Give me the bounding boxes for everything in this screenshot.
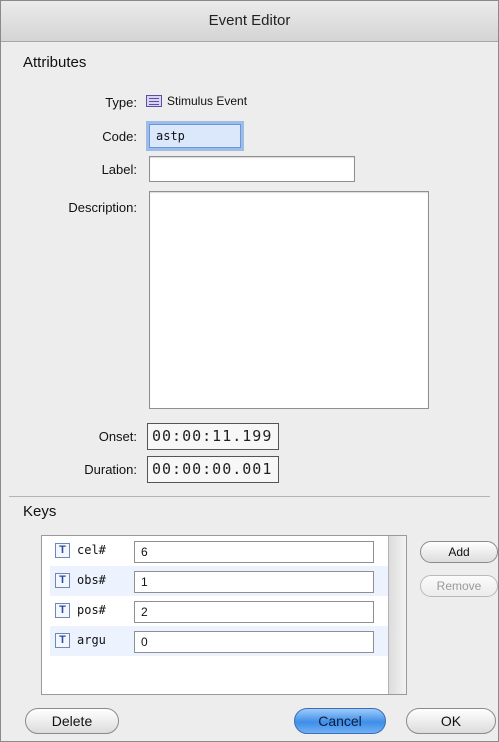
type-label: Type: <box>105 95 137 110</box>
text-type-icon[interactable]: T <box>55 573 70 588</box>
key-value-field[interactable]: 0 <box>134 631 374 653</box>
cancel-button[interactable]: Cancel <box>294 708 386 734</box>
delete-button[interactable]: Delete <box>25 708 119 734</box>
key-row: T cel# 6 <box>50 536 388 566</box>
remove-key-button[interactable]: Remove <box>420 575 498 597</box>
duration-label: Duration: <box>84 462 137 477</box>
key-name: cel# <box>77 543 106 557</box>
keys-list: T cel# 6 T obs# 1 T pos# 2 T argu 0 <box>50 536 388 656</box>
key-row: T argu 0 <box>50 626 388 656</box>
code-field[interactable]: astp <box>149 124 241 148</box>
label-label: Label: <box>101 162 137 177</box>
text-type-icon[interactable]: T <box>55 543 70 558</box>
description-field[interactable] <box>149 191 429 409</box>
key-name: argu <box>77 633 106 647</box>
label-field[interactable] <box>149 156 355 182</box>
add-key-button[interactable]: Add <box>420 541 498 563</box>
type-value: Stimulus Event <box>146 94 247 108</box>
key-value-field[interactable]: 6 <box>134 541 374 563</box>
text-type-icon[interactable]: T <box>55 633 70 648</box>
attributes-section-title: Attributes <box>23 54 87 71</box>
stimulus-event-icon <box>146 95 162 107</box>
keys-scrollbar[interactable] <box>388 536 406 694</box>
event-editor-window: Event Editor Attributes Type: Stimulus E… <box>0 0 499 742</box>
keys-table: T cel# 6 T obs# 1 T pos# 2 T argu 0 <box>41 535 407 695</box>
section-divider <box>9 496 490 497</box>
code-label: Code: <box>102 129 137 144</box>
duration-timecode[interactable]: 00:00:00.001 <box>147 456 279 483</box>
key-name: pos# <box>77 603 106 617</box>
onset-label: Onset: <box>98 429 137 444</box>
key-row: T obs# 1 <box>50 566 388 596</box>
description-label: Description: <box>68 200 137 215</box>
onset-timecode[interactable]: 00:00:11.199 <box>147 423 279 450</box>
key-value-field[interactable]: 2 <box>134 601 374 623</box>
key-name: obs# <box>77 573 106 587</box>
keys-section-title: Keys <box>23 503 57 520</box>
key-row: T pos# 2 <box>50 596 388 626</box>
key-value-field[interactable]: 1 <box>134 571 374 593</box>
ok-button[interactable]: OK <box>406 708 496 734</box>
window-title: Event Editor <box>1 1 498 42</box>
type-value-text: Stimulus Event <box>167 94 248 108</box>
text-type-icon[interactable]: T <box>55 603 70 618</box>
